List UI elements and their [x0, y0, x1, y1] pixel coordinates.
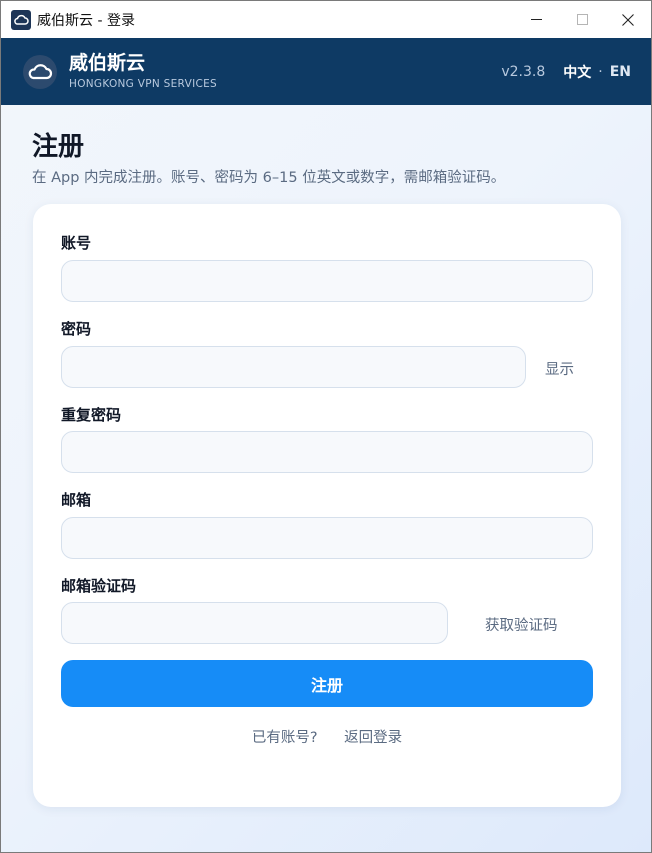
back-to-login-link[interactable]: 返回登录: [344, 726, 402, 747]
email-input[interactable]: [61, 517, 593, 559]
lang-en-button[interactable]: EN: [610, 64, 631, 80]
password-label: 密码: [61, 320, 92, 338]
app-window: 威伯斯云 - 登录 威伯斯云 HONGKONG VPN SERVICES v2.…: [0, 0, 652, 853]
show-password-button[interactable]: 显示: [545, 358, 574, 379]
lang-zh-button[interactable]: 中文: [563, 62, 591, 82]
email-label: 邮箱: [61, 491, 92, 509]
email-code-label: 邮箱验证码: [61, 577, 137, 595]
page-description: 在 App 内完成注册。账号、密码为 6–15 位英文或数字，需邮箱验证码。: [32, 170, 506, 186]
password-input[interactable]: [61, 346, 526, 388]
maximize-icon: [576, 14, 588, 25]
cloud-icon: [11, 9, 31, 30]
maximize-button[interactable]: [559, 1, 605, 38]
repeat-password-label: 重复密码: [61, 406, 122, 424]
version-label: v2.3.8: [501, 63, 546, 80]
window-title: 威伯斯云 - 登录: [37, 12, 135, 29]
repeat-password-input[interactable]: [61, 431, 593, 473]
account-label: 账号: [61, 234, 92, 252]
have-account-text: 已有账号?: [251, 730, 318, 746]
lang-separator: ·: [598, 63, 603, 80]
account-input[interactable]: [61, 260, 593, 302]
brand: 威伯斯云 HONGKONG VPN SERVICES: [69, 52, 217, 92]
email-code-input[interactable]: [61, 602, 448, 644]
get-code-button[interactable]: 获取验证码: [485, 614, 558, 635]
minimize-icon: [530, 19, 542, 20]
register-card: 账号 密码 显示 重复密码 邮箱 邮箱验证码 获取验证码 注册 已有账号? 返回…: [33, 204, 621, 807]
app-header: 威伯斯云 HONGKONG VPN SERVICES v2.3.8 中文 · E…: [1, 38, 651, 105]
close-icon: [622, 13, 634, 26]
window-controls: [513, 1, 651, 38]
brand-name: 威伯斯云: [69, 51, 146, 74]
brand-subtitle: HONGKONG VPN SERVICES: [69, 77, 217, 90]
minimize-button[interactable]: [513, 1, 559, 38]
cloud-icon: [23, 54, 57, 89]
register-button[interactable]: 注册: [61, 660, 593, 707]
header-right: v2.3.8 中文 · EN: [501, 38, 631, 105]
title-bar: 威伯斯云 - 登录: [1, 1, 651, 38]
page-title: 注册: [32, 132, 85, 162]
login-prompt: 已有账号? 返回登录: [33, 726, 621, 747]
close-button[interactable]: [605, 1, 651, 38]
